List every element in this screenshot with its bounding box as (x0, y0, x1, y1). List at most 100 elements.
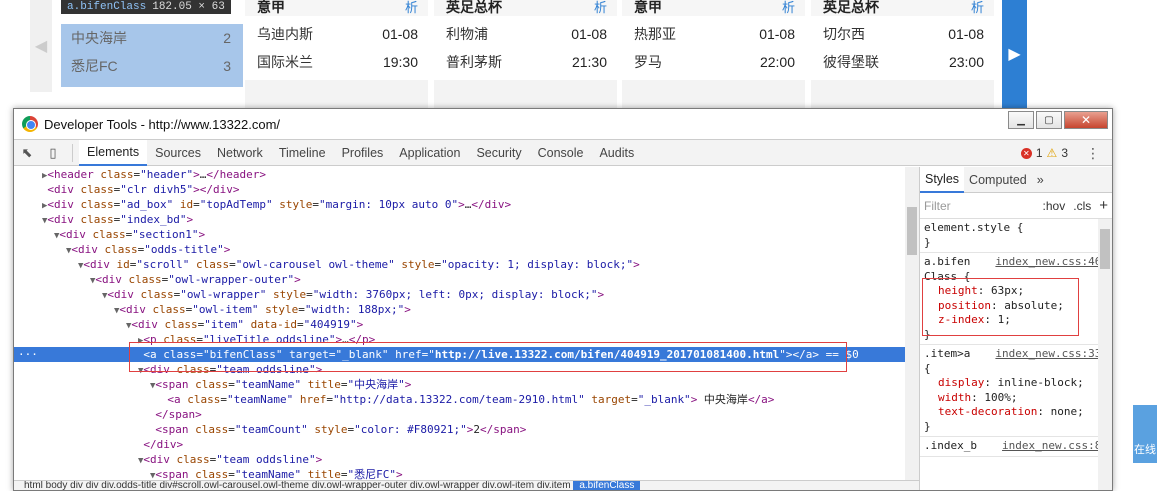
analysis-link[interactable]: 析 (405, 0, 418, 16)
tab-console[interactable]: Console (530, 140, 592, 166)
away-team[interactable]: 普利茅斯 (446, 52, 502, 72)
css-rule[interactable]: index_new.css:462 a.bifen Class {height: 6… (920, 253, 1112, 345)
maximize-button[interactable]: ▢ (1036, 111, 1062, 129)
breadcrumb-item[interactable]: div.odds-title (101, 481, 159, 490)
dom-scrollbar[interactable] (905, 167, 919, 490)
style-rules[interactable]: element.style {} index_new.css:462 a.bifen… (920, 219, 1112, 457)
dom-scrollbar-thumb[interactable] (907, 207, 917, 255)
home-team[interactable]: 利物浦 (446, 24, 488, 44)
dom-node[interactable]: ▼<div id="scroll" class="owl-carousel ow… (14, 257, 919, 272)
online-float-button[interactable]: 在线 (1133, 405, 1157, 463)
new-rule-icon[interactable]: + (1099, 197, 1108, 214)
styles-scrollbar[interactable] (1098, 219, 1112, 490)
dom-node[interactable]: ▼<div class="team oddsline"> (14, 452, 919, 467)
error-count[interactable]: 1 (1036, 146, 1043, 160)
css-rule[interactable]: element.style {} (920, 219, 1112, 253)
breadcrumb-item[interactable]: body (46, 481, 70, 490)
warning-count[interactable]: 3 (1061, 146, 1068, 160)
tab-computed[interactable]: Computed (964, 167, 1032, 193)
tab-application[interactable]: Application (391, 140, 468, 166)
tab-network[interactable]: Network (209, 140, 271, 166)
breadcrumb-item[interactable]: div (86, 481, 102, 490)
dom-node[interactable]: ▼<span class="teamName" title="中央海岸"> (14, 377, 919, 392)
tab-security[interactable]: Security (468, 140, 529, 166)
cls-toggle[interactable]: .cls (1073, 199, 1091, 213)
more-options-icon[interactable]: ⋮ (1086, 145, 1100, 162)
dom-node[interactable]: ▼<div class="odds-title"> (14, 242, 919, 257)
carousel-next-button[interactable]: ▶ (1002, 0, 1027, 108)
more-tabs-icon[interactable]: » (1032, 167, 1049, 193)
css-property[interactable]: z-index: 1; (924, 313, 1108, 328)
breadcrumb-item[interactable]: div.owl-wrapper (410, 481, 482, 490)
dom-node[interactable]: <div class="clr divh5"></div> (14, 182, 919, 197)
dom-node[interactable]: ▶<header class="header">…</header> (14, 167, 919, 182)
tab-sources[interactable]: Sources (147, 140, 209, 166)
breadcrumb-item[interactable]: div.owl-wrapper-outer (312, 481, 410, 490)
match-card-3[interactable]: 意甲 析 热那亚 01-08 罗马 22:00 (622, 0, 805, 108)
breadcrumb-item-selected[interactable]: a.bifenClass (573, 481, 641, 490)
dom-node[interactable]: ▶<div class="ad_box" id="topAdTemp" styl… (14, 197, 919, 212)
match-card-1[interactable]: 意甲 析 乌迪内斯 01-08 国际米兰 19:30 (245, 0, 428, 108)
dom-tree[interactable]: ▶<header class="header">…</header> <div … (14, 167, 919, 482)
tab-styles[interactable]: Styles (920, 166, 965, 193)
dom-node[interactable]: </span> (14, 407, 919, 422)
analysis-link[interactable]: 析 (782, 0, 795, 16)
dom-node[interactable]: ▼<div class="item" data-id="404919"> (14, 317, 919, 332)
css-rule[interactable]: index_new.css:332 .item>a{display: inline… (920, 345, 1112, 437)
rule-source-link[interactable]: index_new.css:332 (995, 347, 1108, 362)
home-team[interactable]: 热那亚 (634, 24, 676, 44)
filter-input[interactable]: Filter (924, 199, 1035, 213)
analysis-link[interactable]: 析 (971, 0, 984, 16)
dom-node[interactable]: ▼<div class="team oddsline"> (14, 362, 919, 377)
close-button[interactable]: ✕ (1064, 111, 1108, 129)
inspect-element-button[interactable]: ⬉ (14, 140, 40, 166)
breadcrumb-item[interactable]: div#scroll.owl-carousel.owl-theme (159, 481, 311, 490)
breadcrumb-item[interactable]: div.item (537, 481, 574, 490)
tab-audits[interactable]: Audits (591, 140, 642, 166)
css-property[interactable]: text-decoration: none; (924, 405, 1108, 420)
breadcrumb-item[interactable]: div.owl-item (482, 481, 537, 490)
dom-node[interactable]: ▼<div class="section1"> (14, 227, 919, 242)
breadcrumb-item[interactable]: div (70, 481, 86, 490)
home-team[interactable]: 乌迪内斯 (257, 24, 313, 44)
css-property[interactable]: height: 63px; (924, 284, 1108, 299)
css-property[interactable]: display: inline-block; (924, 376, 1108, 391)
tab-timeline[interactable]: Timeline (271, 140, 334, 166)
home-team[interactable]: 切尔西 (823, 24, 865, 44)
match-card-2[interactable]: 英足总杯 析 利物浦 01-08 普利茅斯 21:30 (434, 0, 617, 108)
dom-node[interactable]: ▼<div class="owl-wrapper-outer"> (14, 272, 919, 287)
device-mode-button[interactable]: ▯ (40, 140, 66, 166)
dom-node[interactable]: ▼<div class="owl-wrapper" style="width: … (14, 287, 919, 302)
tab-elements[interactable]: Elements (79, 139, 148, 166)
elements-panel[interactable]: ▶<header class="header">…</header> <div … (14, 167, 919, 490)
away-team[interactable]: 彼得堡联 (823, 52, 879, 72)
css-property[interactable]: position: absolute; (924, 299, 1108, 314)
tab-profiles[interactable]: Profiles (334, 140, 392, 166)
breadcrumb-item[interactable]: html (24, 481, 46, 490)
tooltip-class: a.bifenClass (67, 1, 147, 13)
bifen-class-highlight[interactable]: 中央海岸 2 悉尼FC 3 (61, 24, 243, 87)
minimize-button[interactable]: ▁ (1008, 111, 1034, 129)
analysis-link[interactable]: 析 (594, 0, 607, 16)
error-icon[interactable]: ✕ (1020, 147, 1032, 159)
css-property[interactable]: width: 100%; (924, 391, 1108, 406)
carousel-prev-button[interactable]: ◀ (30, 0, 52, 92)
dom-node[interactable]: ▼<div class="index_bd"> (14, 212, 919, 227)
rule-source-link[interactable]: index_new.css:462 (995, 255, 1108, 270)
warning-icon[interactable]: ⚠ (1047, 146, 1058, 160)
hov-toggle[interactable]: :hov (1043, 199, 1066, 213)
away-team[interactable]: 国际米兰 (257, 52, 313, 72)
styles-scrollbar-thumb[interactable] (1100, 229, 1110, 269)
node-menu-icon[interactable]: ··· (18, 347, 38, 362)
dom-node[interactable]: <a class="teamName" href="http://data.13… (14, 392, 919, 407)
away-team[interactable]: 罗马 (634, 52, 662, 72)
dom-node-selected[interactable]: ··· <a class="bifenClass" target="_blank… (14, 347, 919, 362)
dom-node[interactable]: ▼<div class="owl-item" style="width: 188… (14, 302, 919, 317)
dom-node[interactable]: </div> (14, 437, 919, 452)
css-rule[interactable]: index_new.css:86 .index_b (920, 437, 1112, 457)
match-card-4[interactable]: 英足总杯 析 切尔西 01-08 彼得堡联 23:00 (811, 0, 994, 108)
dom-node[interactable]: ▶<p class="liveTitle oddsline">…</p> (14, 332, 919, 347)
rule-source-link[interactable]: index_new.css:86 (1002, 439, 1108, 454)
dom-node[interactable]: <span class="teamCount" style="color: #F… (14, 422, 919, 437)
breadcrumb[interactable]: html body div div div.odds-title div#scr… (14, 480, 919, 490)
